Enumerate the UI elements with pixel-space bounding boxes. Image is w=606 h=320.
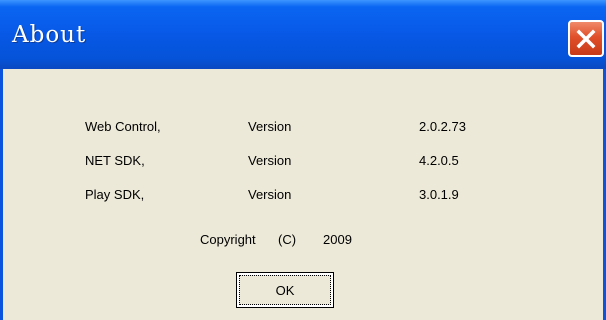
version-label: Version bbox=[248, 153, 292, 168]
version-value: 2.0.2.73 bbox=[419, 119, 466, 134]
ok-button-label: OK bbox=[239, 275, 331, 305]
window-title: About bbox=[12, 22, 87, 48]
version-label: Version bbox=[248, 119, 292, 134]
copyright-symbol: (C) bbox=[278, 232, 297, 247]
close-button[interactable] bbox=[568, 20, 604, 57]
copyright-word: Copyright bbox=[200, 232, 256, 247]
component-name-play-sdk: Play SDK, bbox=[85, 187, 145, 202]
close-icon bbox=[576, 29, 596, 48]
version-value: 3.0.1.9 bbox=[419, 187, 459, 202]
ok-button[interactable]: OK bbox=[236, 272, 334, 308]
copyright-year: 2009 bbox=[323, 232, 352, 247]
version-value: 4.2.0.5 bbox=[419, 153, 459, 168]
component-name-web-control: Web Control, bbox=[85, 119, 161, 134]
version-label: Version bbox=[248, 187, 292, 202]
about-dialog: About Web Control, Version 2.0.2.73 NET … bbox=[0, 0, 606, 320]
component-name-net-sdk: NET SDK, bbox=[85, 153, 145, 168]
title-bar[interactable]: About bbox=[0, 0, 606, 69]
